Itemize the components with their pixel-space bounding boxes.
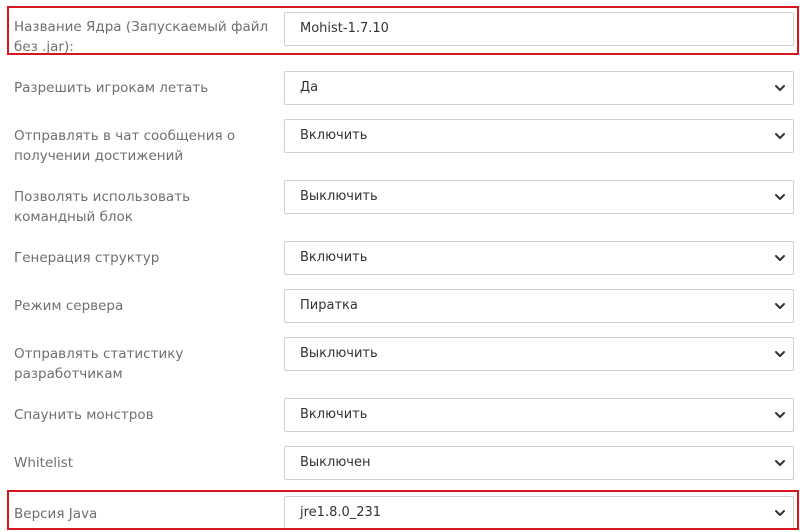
server-mode-value: Пиратка (300, 298, 358, 313)
chevron-down-icon (775, 412, 785, 418)
allow-flight-select[interactable]: Да (284, 71, 794, 105)
snooper-value: Выключить (300, 346, 378, 361)
generate-structures-value: Включить (300, 250, 368, 265)
snooper-label: Отправлять статистику разработчикам (14, 346, 184, 382)
java-version-value: jre1.8.0_231 (300, 505, 382, 520)
chevron-down-icon (775, 303, 785, 309)
spawn-monsters-select[interactable]: Включить (284, 398, 794, 432)
snooper-select[interactable]: Выключить (284, 337, 794, 371)
java-version-select[interactable]: jre1.8.0_231 (284, 496, 794, 530)
spawn-monsters-value: Включить (300, 407, 368, 422)
core-name-label: Название Ядра (Запускаемый файл без .jar… (14, 19, 269, 55)
announce-achievements-select[interactable]: Включить (284, 119, 794, 153)
chevron-down-icon (775, 460, 785, 466)
server-mode-label: Режим сервера (14, 298, 124, 314)
chevron-down-icon (775, 351, 785, 357)
java-version-label: Версия Java (14, 506, 98, 522)
server-mode-select[interactable]: Пиратка (284, 289, 794, 323)
chevron-down-icon (775, 133, 785, 139)
announce-achievements-value: Включить (300, 128, 368, 143)
generate-structures-label: Генерация структур (14, 250, 160, 266)
chevron-down-icon (775, 194, 785, 200)
whitelist-value: Выключен (300, 455, 371, 470)
whitelist-label: Whitelist (14, 455, 74, 471)
generate-structures-select[interactable]: Включить (284, 241, 794, 275)
chevron-down-icon (775, 85, 785, 91)
whitelist-select[interactable]: Выключен (284, 446, 794, 480)
command-block-select[interactable]: Выключить (284, 180, 794, 214)
command-block-value: Выключить (300, 189, 378, 204)
announce-achievements-label: Отправлять в чат сообщения о получении д… (14, 128, 236, 164)
core-name-value: Mohist-1.7.10 (300, 21, 389, 36)
allow-flight-value: Да (300, 80, 319, 95)
chevron-down-icon (775, 255, 785, 261)
command-block-label: Позволять использовать командный блок (14, 189, 191, 225)
core-name-input[interactable]: Mohist-1.7.10 (284, 12, 794, 46)
spawn-monsters-label: Спаунить монстров (14, 407, 154, 423)
chevron-down-icon (775, 510, 785, 516)
allow-flight-label: Разрешить игрокам летать (14, 80, 209, 96)
